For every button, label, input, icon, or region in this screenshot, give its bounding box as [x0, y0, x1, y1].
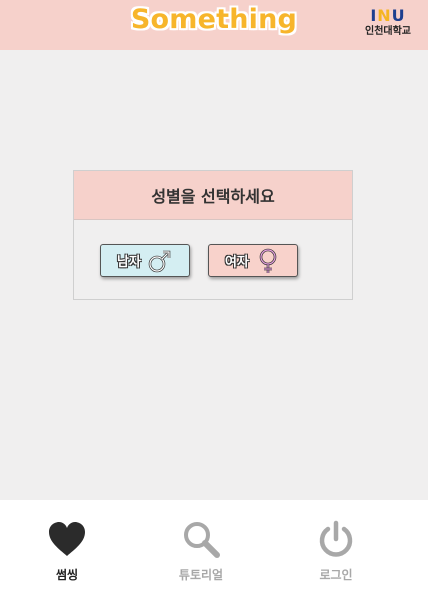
tab-tutorial[interactable]: 튜토리얼: [131, 500, 271, 602]
gender-select-dialog: 성별을 선택하세요 남자 여자: [73, 170, 353, 300]
app-header: Something INU 인천대학교: [0, 0, 428, 50]
dialog-title: 성별을 선택하세요: [151, 187, 275, 206]
dialog-header: 성별을 선택하세요: [74, 171, 352, 220]
university-logo: INU 인천대학교: [362, 7, 414, 38]
main-content: 성별을 선택하세요 남자 여자: [0, 50, 428, 500]
tab-login[interactable]: 로그인: [266, 500, 406, 602]
female-symbol-icon: [259, 248, 277, 273]
power-icon: [319, 520, 353, 557]
university-mark: INU: [370, 6, 406, 25]
tab-label-login: 로그인: [319, 568, 353, 582]
male-button[interactable]: 남자: [100, 244, 190, 277]
tab-label-something: 썸씽: [55, 568, 79, 582]
search-icon: [184, 522, 220, 558]
tab-label-tutorial: 튜토리얼: [178, 568, 224, 582]
female-button[interactable]: 여자: [208, 244, 298, 277]
male-symbol-icon: [148, 250, 171, 272]
university-name: 인천대학교: [365, 26, 411, 37]
bottom-nav: 썸씽 튜토리얼 로그인: [0, 500, 428, 602]
male-label: 남자: [117, 255, 141, 270]
tab-something[interactable]: 썸씽: [0, 500, 137, 602]
female-label: 여자: [225, 255, 249, 270]
heart-icon: [49, 522, 85, 556]
